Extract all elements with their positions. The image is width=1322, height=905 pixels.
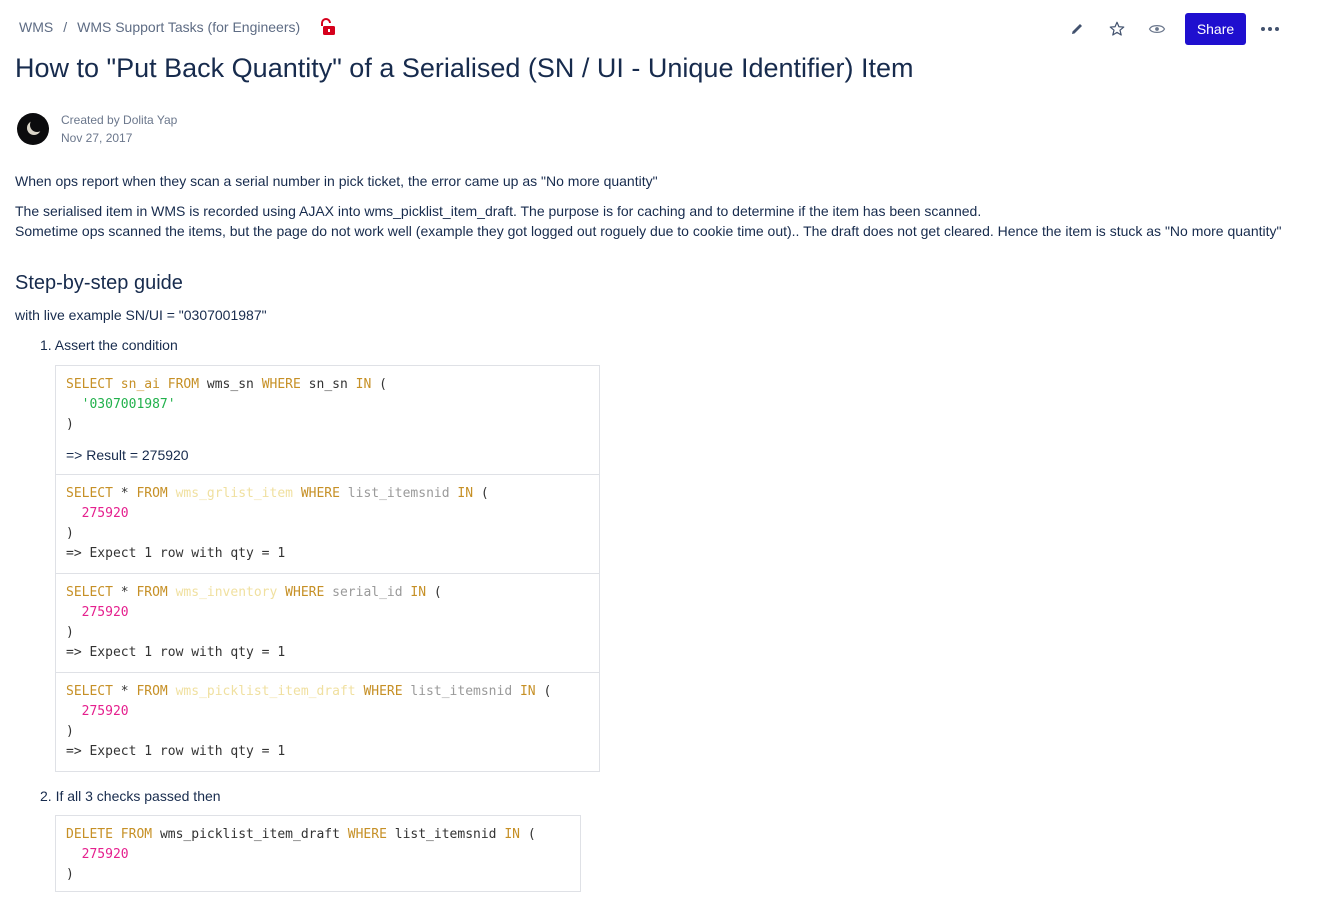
created-by: Created by Dolita Yap — [61, 113, 178, 127]
code-block-query-4: SELECT * FROM wms_picklist_item_draft WH… — [56, 672, 599, 771]
code-query-4[interactable]: SELECT * FROM wms_picklist_item_draft WH… — [66, 682, 589, 762]
explanation-line-2: Sometime ops scanned the items, but the … — [15, 223, 1282, 239]
example-text: with live example SN/UI = "0307001987" — [15, 307, 267, 323]
byline-meta: Created by Dolita Yap Nov 27, 2017 — [61, 111, 177, 147]
created-date: Nov 27, 2017 — [61, 131, 133, 145]
avatar[interactable] — [17, 113, 49, 145]
code-query-delete[interactable]: DELETE FROM wms_picklist_item_draft WHER… — [66, 825, 570, 885]
edit-icon[interactable] — [1067, 19, 1087, 39]
watch-icon[interactable] — [1147, 19, 1167, 39]
star-icon[interactable] — [1107, 19, 1127, 39]
code-block-query-1: SELECT sn_ai FROM wms_sn WHERE sn_sn IN … — [56, 366, 599, 474]
page-title: How to "Put Back Quantity" of a Serialis… — [15, 53, 914, 83]
code-block-query-3: SELECT * FROM wms_inventory WHERE serial… — [56, 573, 599, 672]
breadcrumb-wms[interactable]: WMS — [19, 19, 53, 35]
code-block-delete: DELETE FROM wms_picklist_item_draft WHER… — [55, 815, 581, 892]
explanation-line-1: The serialised item in WMS is recorded u… — [15, 203, 982, 219]
step-1-label: 1. Assert the condition — [40, 337, 178, 353]
breadcrumb-support-tasks[interactable]: WMS Support Tasks (for Engineers) — [77, 19, 300, 35]
breadcrumb: WMS / WMS Support Tasks (for Engineers) — [19, 16, 336, 38]
share-button[interactable]: Share — [1185, 13, 1246, 45]
query-1-result: => Result = 275920 — [66, 447, 189, 463]
code-query-1[interactable]: SELECT sn_ai FROM wms_sn WHERE sn_sn IN … — [66, 375, 589, 435]
code-query-3[interactable]: SELECT * FROM wms_inventory WHERE serial… — [66, 583, 589, 663]
code-group-step-1: SELECT sn_ai FROM wms_sn WHERE sn_sn IN … — [55, 365, 600, 772]
code-block-query-2: SELECT * FROM wms_grlist_item WHERE list… — [56, 474, 599, 573]
step-2-label: 2. If all 3 checks passed then — [40, 788, 221, 804]
more-icon[interactable] — [1258, 19, 1282, 39]
unlock-icon[interactable] — [318, 18, 336, 36]
code-query-2[interactable]: SELECT * FROM wms_grlist_item WHERE list… — [66, 484, 589, 564]
breadcrumb-separator: / — [63, 19, 68, 35]
byline: Created by Dolita Yap Nov 27, 2017 — [17, 111, 177, 147]
section-heading: Step-by-step guide — [15, 272, 183, 294]
intro-paragraph: When ops report when they scan a serial … — [15, 173, 658, 189]
